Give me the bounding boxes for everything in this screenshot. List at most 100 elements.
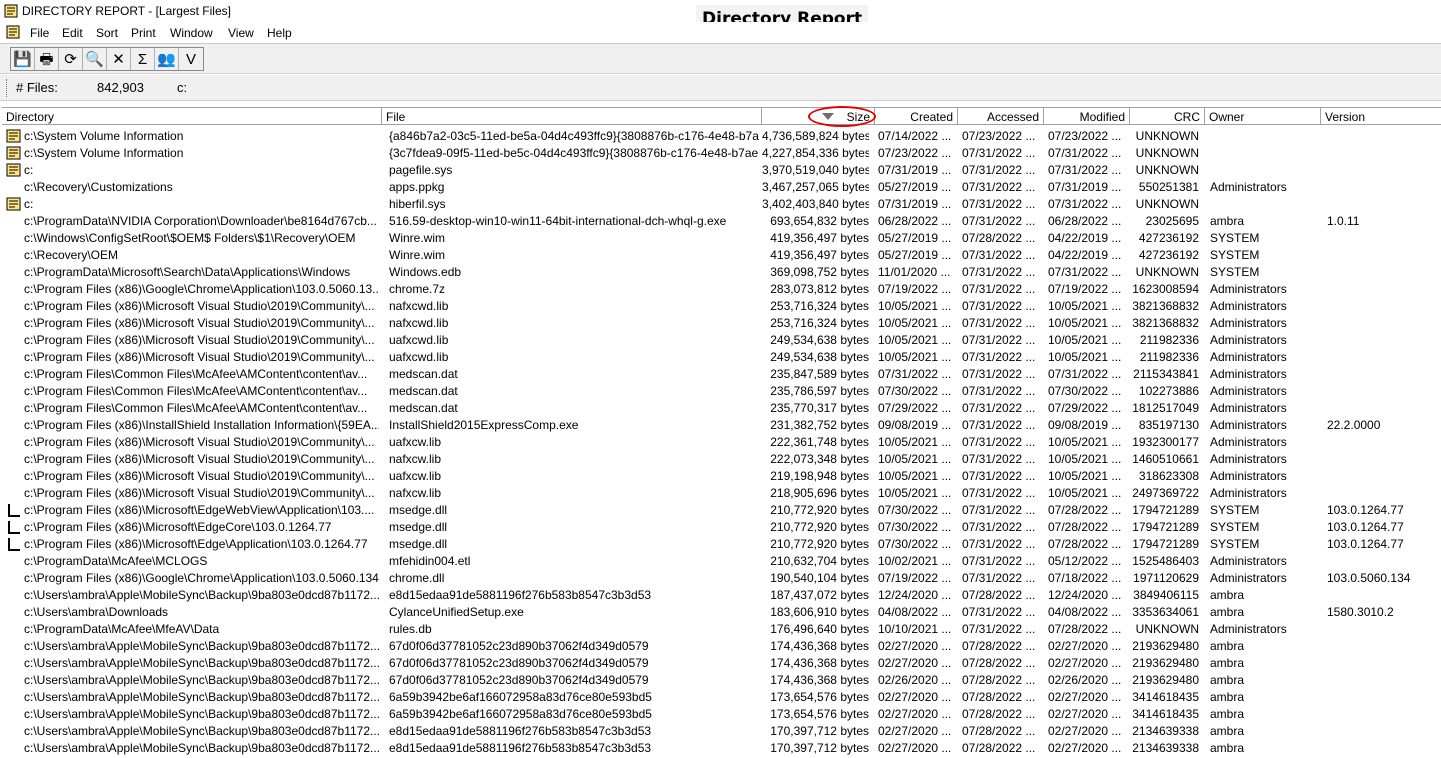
file-list: c:\System Volume Information {a846b7a2-03… — [2, 128, 1441, 758]
menu-sort[interactable]: Sort — [96, 26, 118, 40]
cell-version: 103.0.5060.134 — [1327, 571, 1411, 585]
table-row[interactable]: c:\Program Files (x86)\Microsoft Visual … — [2, 298, 1441, 315]
cell-crc: 2193629480 — [1132, 673, 1199, 687]
table-row[interactable]: c:\Program Files (x86)\InstallShield Ins… — [2, 417, 1441, 434]
table-row[interactable]: c:\Program Files (x86)\Google\Chrome\App… — [2, 570, 1441, 587]
cell-file: 67d0f06d37781052c23d890b37062f4d349d0579 — [389, 639, 649, 653]
table-row[interactable]: c:\Program Files (x86)\Microsoft Visual … — [2, 434, 1441, 451]
filter-button[interactable]: V — [179, 48, 203, 70]
table-row[interactable]: c:\Users\ambra\Apple\MobileSync\Backup\9… — [2, 638, 1441, 655]
table-row[interactable]: c:\Users\ambra\Apple\MobileSync\Backup\9… — [2, 587, 1441, 604]
cell-created: 07/29/2022 ... — [878, 401, 952, 415]
highlight-circle — [808, 106, 876, 127]
table-row[interactable]: c:\Program Files (x86)\Microsoft Visual … — [2, 315, 1441, 332]
printer-button[interactable]: 🖶 — [35, 48, 59, 70]
cell-version: 103.0.1264.77 — [1327, 537, 1404, 551]
table-row[interactable]: c:\Users\ambra\Apple\MobileSync\Backup\9… — [2, 689, 1441, 706]
sum-button[interactable]: Σ — [131, 48, 155, 70]
close-button[interactable]: ✕ — [107, 48, 131, 70]
col-header-crc[interactable]: CRC — [1130, 108, 1205, 125]
table-row[interactable]: c:\Recovery\OEM Winre.wim 419,356,497 byte… — [2, 247, 1441, 264]
menu-help[interactable]: Help — [267, 26, 292, 40]
cell-crc: 835197130 — [1138, 418, 1199, 432]
find-button[interactable]: 🔍 — [83, 48, 107, 70]
table-row[interactable]: c:\Users\ambra\Apple\MobileSync\Backup\9… — [2, 655, 1441, 672]
menu-file[interactable]: File — [30, 26, 49, 40]
cell-owner: Administrators — [1210, 571, 1287, 585]
col-header-accessed[interactable]: Accessed — [958, 108, 1044, 125]
col-header-directory[interactable]: Directory — [2, 108, 382, 125]
table-row[interactable]: c:\ProgramData\McAfee\MCLOGS mfehidin004.… — [2, 553, 1441, 570]
cell-accessed: 07/31/2022 ... — [962, 452, 1036, 466]
col-header-owner[interactable]: Owner — [1205, 108, 1321, 125]
table-row[interactable]: c: pagefile.sys 3,970,519,040 bytes 07/31/2… — [2, 162, 1441, 179]
cell-file: 67d0f06d37781052c23d890b37062f4d349d0579 — [389, 673, 649, 687]
system-folder-icon — [6, 146, 21, 160]
cell-accessed: 07/28/2022 ... — [962, 690, 1036, 704]
cell-crc: 3353634061 — [1132, 605, 1199, 619]
table-row[interactable]: c:\Program Files\Common Files\McAfee\AMC… — [2, 366, 1441, 383]
cell-directory: c:\Program Files (x86)\Microsoft\Edge\Ap… — [24, 537, 368, 551]
table-row[interactable]: c:\Users\ambra\Apple\MobileSync\Backup\9… — [2, 740, 1441, 757]
save-icon: 💾 — [13, 50, 32, 68]
table-row[interactable]: c:\Program Files (x86)\Google\Chrome\App… — [2, 281, 1441, 298]
table-row[interactable]: c:\Windows\ConfigSetRoot\$OEM$ Folders\$… — [2, 230, 1441, 247]
table-row[interactable]: c:\System Volume Information {3c7fdea9-09… — [2, 145, 1441, 162]
table-row[interactable]: c:\Program Files (x86)\Microsoft\EdgeWeb… — [2, 502, 1441, 519]
col-header-version[interactable]: Version — [1321, 108, 1441, 125]
column-header-row: Directory File Size Created Accessed Mod… — [2, 107, 1441, 125]
document-menu-icon[interactable] — [6, 25, 20, 39]
menu-window[interactable]: Window — [170, 26, 213, 40]
cell-created: 12/24/2020 ... — [878, 588, 952, 602]
cell-size: 235,786,597 bytes — [770, 384, 869, 398]
cell-size: 419,356,497 bytes — [770, 248, 869, 262]
cell-owner: ambra — [1210, 639, 1245, 653]
table-row[interactable]: c:\ProgramData\Microsoft\Search\Data\App… — [2, 264, 1441, 281]
col-header-created[interactable]: Created — [875, 108, 958, 125]
menu-edit[interactable]: Edit — [62, 26, 83, 40]
table-row[interactable]: c:\Program Files (x86)\Microsoft Visual … — [2, 468, 1441, 485]
cell-modified: 10/05/2021 ... — [1048, 469, 1122, 483]
table-row[interactable]: c:\Program Files (x86)\Microsoft Visual … — [2, 451, 1441, 468]
refresh-button[interactable]: ⟳ — [59, 48, 83, 70]
menu-print[interactable]: Print — [131, 26, 156, 40]
cell-created: 10/05/2021 ... — [878, 333, 952, 347]
menu-view[interactable]: View — [228, 26, 254, 40]
cell-owner: ambra — [1210, 724, 1245, 738]
col-header-file[interactable]: File — [382, 108, 762, 125]
table-row[interactable]: c:\Users\ambra\Downloads CylanceUnifiedSe… — [2, 604, 1441, 621]
cell-owner — [1210, 129, 1318, 145]
table-row[interactable]: c:\Recovery\Customizations apps.ppkg 3,467… — [2, 179, 1441, 196]
table-row[interactable]: c:\Program Files (x86)\Microsoft\Edge\Ap… — [2, 536, 1441, 553]
cell-file: 67d0f06d37781052c23d890b37062f4d349d0579 — [389, 656, 649, 670]
table-row[interactable]: c:\Users\ambra\Apple\MobileSync\Backup\9… — [2, 672, 1441, 689]
cell-size: 187,437,072 bytes — [770, 588, 869, 602]
table-row[interactable]: c:\Users\ambra\Apple\MobileSync\Backup\9… — [2, 723, 1441, 740]
cell-owner: ambra — [1210, 588, 1245, 602]
cell-version — [1327, 554, 1439, 570]
cell-owner: ambra — [1210, 707, 1245, 721]
cell-size: 3,402,403,840 bytes — [762, 197, 869, 211]
save-button[interactable]: 💾 — [11, 48, 35, 70]
owners-button[interactable]: 👥 — [155, 48, 179, 70]
table-row[interactable]: c:\Program Files\Common Files\McAfee\AMC… — [2, 400, 1441, 417]
toolbar-buttons: 💾 🖶 ⟳ 🔍 ✕ Σ 👥 V — [10, 47, 204, 71]
table-row[interactable]: c:\System Volume Information {a846b7a2-03… — [2, 128, 1441, 145]
cell-modified: 07/31/2019 ... — [1048, 180, 1122, 194]
cell-crc: 2193629480 — [1132, 656, 1199, 670]
table-row[interactable]: c:\Users\ambra\Apple\MobileSync\Backup\9… — [2, 706, 1441, 723]
cell-file: uafxcw.lib — [389, 469, 442, 483]
toolbar: 💾 🖶 ⟳ 🔍 ✕ Σ 👥 V — [0, 44, 1441, 74]
table-row[interactable]: c:\Program Files (x86)\Microsoft Visual … — [2, 349, 1441, 366]
table-row[interactable]: c:\Program Files (x86)\Microsoft Visual … — [2, 332, 1441, 349]
cell-version — [1327, 486, 1439, 502]
table-row[interactable]: c:\Program Files\Common Files\McAfee\AMC… — [2, 383, 1441, 400]
table-row[interactable]: c:\ProgramData\NVIDIA Corporation\Downlo… — [2, 213, 1441, 230]
col-header-modified[interactable]: Modified — [1044, 108, 1130, 125]
table-row[interactable]: c:\ProgramData\McAfee\MfeAV\Data rules.db… — [2, 621, 1441, 638]
cell-directory: c:\Program Files\Common Files\McAfee\AMC… — [24, 401, 368, 415]
table-row[interactable]: c: hiberfil.sys 3,402,403,840 bytes 07/31/2… — [2, 196, 1441, 213]
cell-file: CylanceUnifiedSetup.exe — [389, 605, 524, 619]
table-row[interactable]: c:\Program Files (x86)\Microsoft Visual … — [2, 485, 1441, 502]
table-row[interactable]: c:\Program Files (x86)\Microsoft\EdgeCor… — [2, 519, 1441, 536]
